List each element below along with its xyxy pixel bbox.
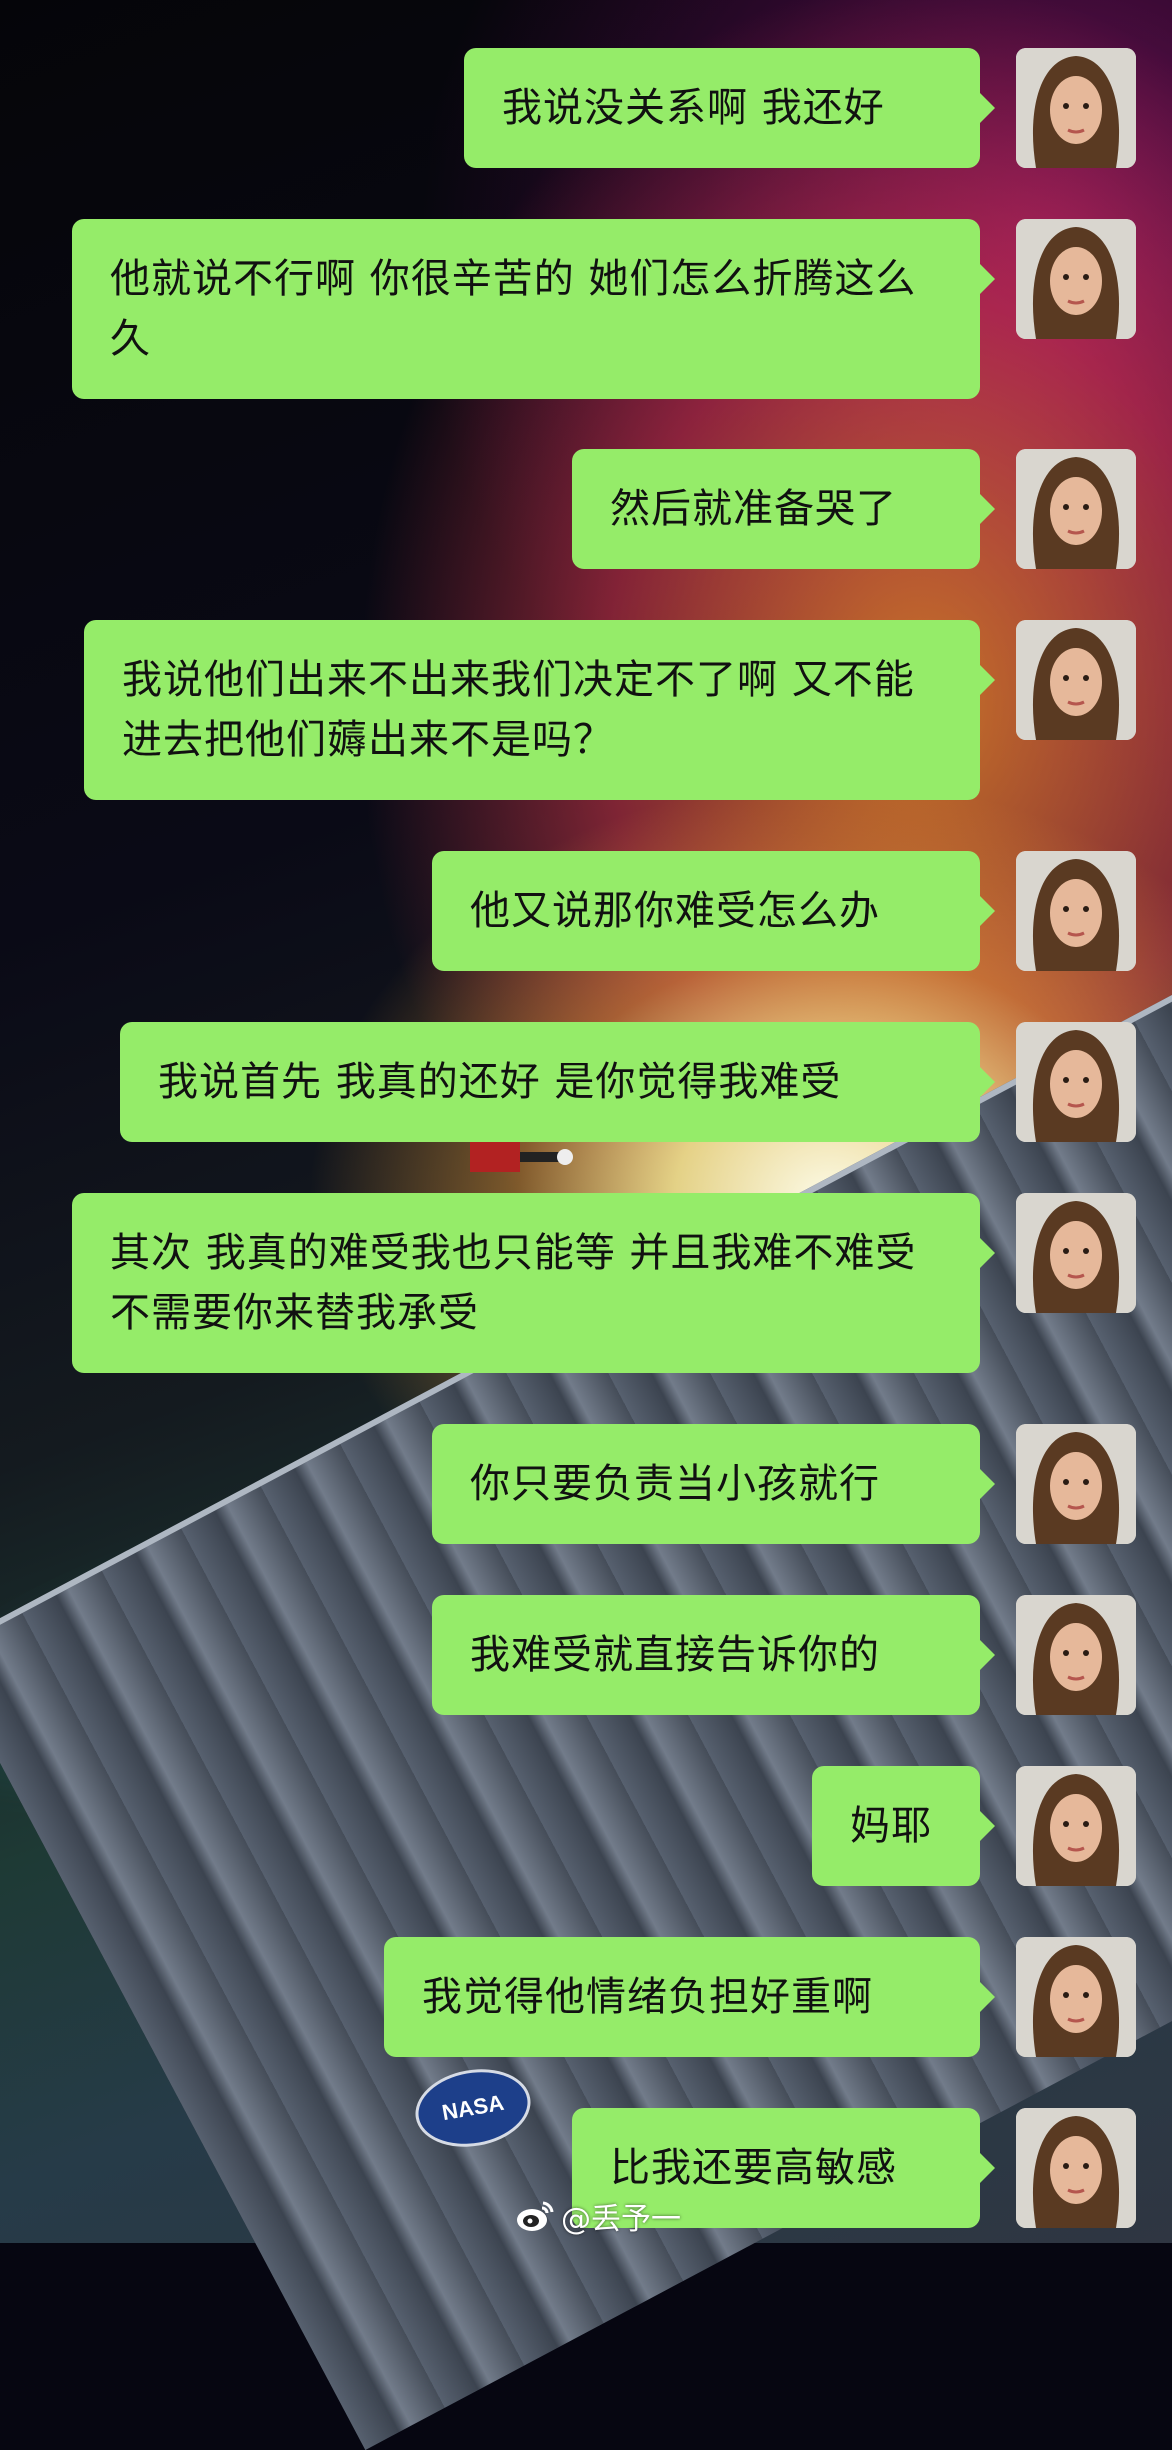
message-bubble[interactable]: 你只要负责当小孩就行: [432, 1424, 995, 1544]
message-bubble[interactable]: 妈耶: [812, 1766, 995, 1886]
message-bubble[interactable]: 其次 我真的难受我也只能等 并且我难不难受不需要你来替我承受: [72, 1193, 995, 1373]
message-bubble[interactable]: 我说他们出来不出来我们决定不了啊 又不能进去把他们薅出来不是吗？: [84, 620, 995, 800]
user-avatar[interactable]: [1016, 1193, 1136, 1313]
chat-thread: 我说没关系啊 我还好 他就说不行啊 你很辛苦的 她们怎么折腾这么久 然后就准备哭…: [0, 0, 1172, 2243]
message-bubble[interactable]: 他就说不行啊 你很辛苦的 她们怎么折腾这么久: [72, 219, 995, 399]
message-bubble[interactable]: 我说首先 我真的还好 是你觉得我难受: [120, 1022, 995, 1142]
user-avatar[interactable]: [1016, 219, 1136, 339]
message-bubble[interactable]: 我觉得他情绪负担好重啊: [384, 1937, 995, 2057]
weibo-icon: [517, 2201, 554, 2231]
message-bubble[interactable]: 他又说那你难受怎么办: [432, 851, 995, 971]
user-avatar[interactable]: [1016, 1766, 1136, 1886]
user-avatar[interactable]: [1016, 1595, 1136, 1715]
message-bubble[interactable]: 我难受就直接告诉你的: [432, 1595, 995, 1715]
user-avatar[interactable]: [1016, 851, 1136, 971]
user-avatar[interactable]: [1016, 620, 1136, 740]
watermark-text: @丢予一: [561, 2202, 681, 2237]
user-avatar[interactable]: [1016, 2108, 1136, 2228]
user-avatar[interactable]: [1016, 1937, 1136, 2057]
message-bubble[interactable]: 然后就准备哭了: [572, 449, 995, 569]
user-avatar[interactable]: [1016, 1424, 1136, 1544]
message-bubble[interactable]: 我说没关系啊 我还好: [464, 48, 995, 168]
weibo-watermark: @丢予一: [515, 2196, 681, 2237]
user-avatar[interactable]: [1016, 48, 1136, 168]
user-avatar[interactable]: [1016, 449, 1136, 569]
user-avatar[interactable]: [1016, 1022, 1136, 1142]
